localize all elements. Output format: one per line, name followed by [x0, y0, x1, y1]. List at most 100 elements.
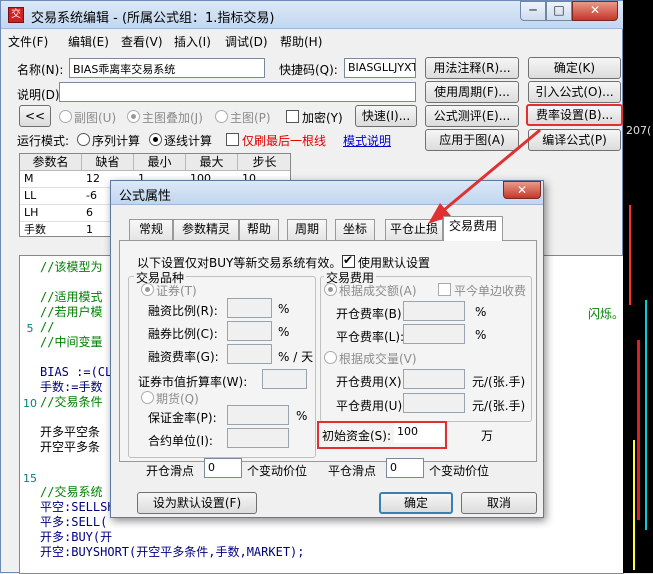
- code-line: 开空:BUYSHORT(开空平多条件,手数,MARKET);: [40, 545, 305, 559]
- shortcut-input[interactable]: BIASGLLJYXT: [344, 58, 416, 78]
- dialog-title-bar[interactable]: 公式属性 ✕: [111, 181, 543, 205]
- menu-file[interactable]: 文件(F): [8, 33, 48, 50]
- close-fee-input[interactable]: [403, 393, 465, 413]
- param-cell[interactable]: LH: [20, 205, 82, 222]
- close-fee-label: 平仓费用(U):: [336, 399, 407, 413]
- tab-param-wizard[interactable]: 参数精灵: [173, 219, 239, 240]
- line-number: 10: [23, 397, 37, 410]
- single-side-checkbox[interactable]: [438, 283, 451, 296]
- open-fee-label: 开仓费用(X):: [336, 375, 406, 389]
- desc-input[interactable]: [59, 82, 416, 102]
- menu-help[interactable]: 帮助(H): [280, 33, 322, 50]
- close-slip-input[interactable]: 0: [386, 458, 424, 478]
- encrypt-checkbox[interactable]: [286, 110, 299, 123]
- close-fee-rate-input[interactable]: [403, 324, 465, 344]
- radio-zhutu[interactable]: [215, 110, 228, 123]
- dialog-ok-button[interactable]: 确定: [379, 492, 453, 514]
- deposit-rate-input[interactable]: [227, 405, 289, 425]
- radio-fuzhi[interactable]: [59, 110, 72, 123]
- usage-note-button[interactable]: 用法注释(R)...: [425, 57, 519, 79]
- code-line: 平多:SELL(: [40, 515, 108, 529]
- invest-ratio-input[interactable]: [227, 298, 272, 318]
- maximize-button[interactable]: □: [546, 1, 572, 21]
- short-ratio-input[interactable]: [227, 321, 272, 341]
- radio-by-volume[interactable]: [324, 351, 337, 364]
- pct-day-label: % / 天: [278, 350, 314, 364]
- candle-mark: [633, 440, 635, 570]
- tick-unit-label: 个变动价位: [247, 464, 308, 478]
- menu-edit[interactable]: 编辑(E): [68, 33, 109, 50]
- dialog-close-button[interactable]: ✕: [503, 181, 541, 199]
- candle-mark: [629, 205, 631, 305]
- code-line: 手数:=手数: [40, 380, 103, 394]
- radio-zhutu-diejia[interactable]: [127, 110, 140, 123]
- tab-stop-loss[interactable]: 平仓止损: [385, 219, 443, 240]
- menu-insert[interactable]: 插入(I): [174, 33, 211, 50]
- unit-fee-label: 元/(张.手): [472, 399, 526, 413]
- apply-chart-button[interactable]: 应用于图(A): [425, 129, 519, 151]
- fee-settings-button[interactable]: 费率设置(B)...: [526, 104, 623, 126]
- window-title: 交易系统编辑 - (所属公式组：1.指标交易): [31, 11, 275, 26]
- candle-mark: [637, 340, 640, 520]
- desc-label: 说明(D): [17, 88, 60, 102]
- tab-help[interactable]: 帮助: [239, 219, 279, 240]
- radio-seq-calc-label: 序列计算: [92, 134, 141, 148]
- radio-futures[interactable]: [141, 391, 154, 404]
- market-discount-input[interactable]: [262, 369, 307, 389]
- tab-trade-fee[interactable]: 交易费用: [443, 216, 503, 241]
- quick-button[interactable]: 快速(I)...: [355, 105, 417, 127]
- set-default-button[interactable]: 设为默认设置(F): [137, 492, 257, 514]
- code-line: //: [40, 320, 55, 334]
- open-slip-label: 开仓滑点: [146, 464, 195, 478]
- menu-view[interactable]: 查看(V): [121, 33, 163, 50]
- param-cell[interactable]: M: [20, 171, 82, 188]
- tab-general[interactable]: 常规: [129, 219, 173, 240]
- import-formula-button[interactable]: 引入公式(O)...: [528, 81, 621, 103]
- formula-eval-button[interactable]: 公式测评(E)...: [425, 105, 519, 127]
- open-fee-input[interactable]: [403, 369, 465, 389]
- wan-unit-label: 万: [481, 429, 494, 443]
- use-default-checkbox[interactable]: ✔: [342, 253, 355, 268]
- param-cell[interactable]: LL: [20, 188, 82, 205]
- param-cell[interactable]: 手数: [20, 222, 82, 236]
- name-input[interactable]: BIAS乖离率交易系统: [69, 58, 265, 78]
- title-bar[interactable]: 交 交易系统编辑 - (所属公式组：1.指标交易) ─ □ ✕: [1, 1, 624, 29]
- collapse-button[interactable]: <<: [19, 105, 51, 127]
- dialog-cancel-button[interactable]: 取消: [461, 492, 537, 514]
- radio-stock[interactable]: [141, 283, 154, 296]
- code-line: //中间变量: [40, 335, 103, 349]
- usage-period-button[interactable]: 使用周期(F)...: [425, 81, 519, 103]
- deposit-rate-label: 保证金率(P):: [148, 411, 217, 425]
- refresh-last-checkbox[interactable]: [226, 133, 239, 146]
- radio-by-amount[interactable]: [324, 283, 337, 296]
- name-label: 名称(N):: [17, 63, 64, 77]
- initial-capital-label: 初始资金(S):: [322, 429, 392, 443]
- tab-axis[interactable]: 坐标: [335, 219, 375, 240]
- formula-properties-dialog: 公式属性 ✕ 常规 参数精灵 帮助 周期 坐标 平仓止损 交易费用 以下设置仅对…: [110, 180, 544, 518]
- param-header-default: 缺省: [82, 154, 134, 171]
- minimize-button[interactable]: ─: [520, 1, 546, 21]
- line-gutter: 5 10 15: [20, 256, 42, 573]
- radio-by-volume-label: 根据成交量(V): [339, 352, 417, 366]
- contract-unit-input[interactable]: [227, 428, 289, 448]
- close-slip-label: 平仓滑点: [328, 464, 377, 478]
- radio-bar-calc[interactable]: [149, 133, 162, 146]
- tab-period[interactable]: 周期: [287, 219, 327, 240]
- menu-debug[interactable]: 调试(D): [225, 33, 268, 50]
- code-line: //若用户模: [40, 305, 103, 319]
- confirm-button[interactable]: 确定(K): [528, 57, 621, 79]
- line-number: 15: [23, 472, 37, 485]
- open-slip-input[interactable]: 0: [204, 458, 242, 478]
- initial-capital-input[interactable]: 100: [394, 423, 444, 443]
- mode-help-link[interactable]: 模式说明: [343, 132, 391, 149]
- encrypt-label: 加密(Y): [302, 111, 343, 125]
- open-fee-rate-input[interactable]: [403, 301, 465, 321]
- contract-unit-label: 合约单位(I):: [148, 434, 213, 448]
- margin-fee-label: 融资费率(G):: [148, 350, 219, 364]
- close-button[interactable]: ✕: [572, 1, 618, 21]
- radio-zhutu-diejia-label: 主图叠加(J): [142, 111, 203, 125]
- short-ratio-label: 融券比例(C):: [148, 327, 218, 341]
- compile-formula-button[interactable]: 编译公式(P): [528, 129, 621, 151]
- radio-seq-calc[interactable]: [77, 133, 90, 146]
- margin-fee-input[interactable]: [227, 344, 272, 364]
